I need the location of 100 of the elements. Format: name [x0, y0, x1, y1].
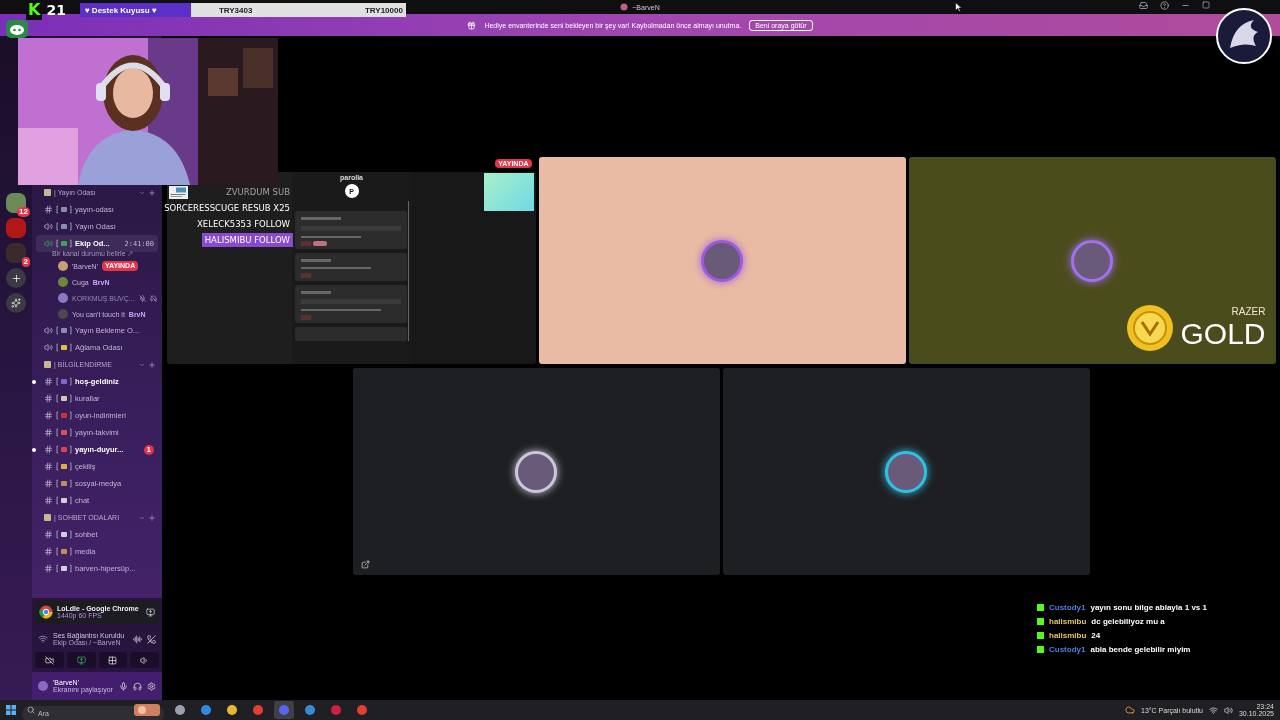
speaker-icon [44, 239, 53, 248]
camera-off-icon [44, 655, 54, 665]
chat-username: Custody1 [1049, 645, 1086, 654]
mic-button[interactable] [119, 681, 128, 691]
emoji-icon [56, 239, 72, 248]
emoji-icon [56, 547, 72, 556]
platform-logo: K [26, 0, 43, 20]
weather-icon [1125, 705, 1135, 715]
search-icon [27, 706, 35, 714]
search-highlight-icon [134, 704, 160, 716]
activities-button[interactable] [98, 652, 128, 668]
server-badge: 2 [21, 257, 30, 267]
add-channel-icon[interactable] [148, 513, 156, 522]
headset-logo-icon [6, 20, 28, 38]
app-icon [620, 3, 629, 11]
inbox-icon[interactable] [1139, 1, 1148, 10]
hash-icon [44, 547, 53, 556]
mention-badge: 1 [143, 444, 154, 455]
chat-username: Custody1 [1049, 603, 1086, 612]
emoji-icon [56, 445, 72, 454]
video-tile[interactable]: RAZER GOLD [908, 157, 1276, 364]
dragon-logo-icon [1216, 8, 1272, 64]
hash-icon [44, 564, 53, 573]
brand-name: RAZER [1231, 305, 1266, 317]
hash-icon [44, 496, 53, 505]
hash-icon [44, 394, 53, 403]
discover-button[interactable] [6, 293, 26, 313]
category-emoji-icon [44, 361, 51, 368]
emoji-icon [56, 564, 72, 573]
disconnect-icon[interactable] [147, 634, 156, 644]
video-tile[interactable] [722, 368, 1090, 575]
start-icon[interactable] [6, 705, 16, 715]
settings-button[interactable] [147, 681, 156, 691]
alert-text: ZVURDUM SUB [225, 186, 291, 199]
stop-stream-icon[interactable] [146, 607, 155, 617]
emoji-icon [56, 394, 72, 403]
brand-product: GOLD [1180, 316, 1266, 351]
gift-icon [467, 20, 477, 30]
goal-target: TRY10000 [364, 5, 403, 15]
chat-message: dc gelebiliyoz mu a [1091, 617, 1165, 626]
category-emoji-icon [44, 189, 51, 196]
soundboard-button[interactable] [130, 652, 159, 668]
video-tile[interactable] [352, 368, 720, 575]
plus-icon [10, 272, 22, 284]
muted-mic-icon [138, 294, 146, 302]
volume-icon[interactable] [1223, 705, 1233, 715]
emoji-icon [56, 462, 72, 471]
video-tile[interactable] [538, 157, 906, 364]
chevron-icon [139, 361, 145, 368]
hash-icon [44, 411, 53, 420]
hash-icon [44, 428, 53, 437]
emoji-icon [56, 530, 72, 539]
chevron-icon [139, 189, 145, 196]
screen-share-icon [76, 655, 86, 665]
chevron-icon [139, 514, 145, 521]
emoji-icon [56, 222, 72, 231]
hash-icon [44, 479, 53, 488]
popout-icon[interactable] [360, 560, 370, 569]
emoji-icon [56, 496, 72, 505]
server-icon[interactable] [6, 218, 26, 238]
viewer-count: 21 [46, 2, 66, 18]
chat-message: abla bende gelebilir miyim [1090, 645, 1191, 654]
alert-text: XELECK5353 FOLLOW [196, 218, 291, 231]
emoji-icon [56, 411, 72, 420]
ad-banner [483, 173, 534, 211]
add-channel-icon[interactable] [148, 360, 156, 369]
user-avatar[interactable] [38, 681, 48, 691]
alert-text: SORCERESSCUGE RESUB X25 [163, 202, 291, 215]
chat-message: yayın sonu bilge ablayla 1 vs 1 [1090, 603, 1207, 612]
emoji-icon [56, 428, 72, 437]
noise-icon[interactable] [133, 634, 142, 644]
help-icon[interactable] [1160, 1, 1169, 10]
hash-icon [44, 530, 53, 539]
maximize-icon[interactable] [1202, 1, 1210, 9]
cursor-icon [955, 2, 962, 12]
alert-thumbnail-icon [169, 186, 188, 199]
grid-icon [108, 655, 118, 665]
hash-icon [44, 462, 53, 471]
server-badge: 12 [17, 207, 30, 217]
goal-current: TRY3403 [218, 5, 253, 15]
speaker-icon [44, 343, 53, 352]
add-channel-icon[interactable] [148, 188, 156, 197]
category-emoji-icon [44, 514, 51, 521]
add-server-button[interactable] [6, 268, 26, 288]
wifi-icon[interactable] [1208, 705, 1218, 715]
chat-username: halismibu [1049, 631, 1087, 640]
camera-button[interactable] [35, 652, 64, 668]
mic-icon [119, 681, 128, 691]
speaker-icon [44, 326, 53, 335]
coin-logo-icon [1126, 304, 1175, 352]
emoji-icon [56, 479, 72, 488]
headphones-button[interactable] [133, 681, 142, 691]
emoji-icon [56, 205, 72, 214]
alert-text: HALISMIBU FOLLOW [201, 233, 293, 247]
emoji-icon [56, 377, 72, 386]
hash-icon [44, 205, 53, 214]
signal-icon [38, 634, 48, 644]
hash-icon [44, 445, 53, 454]
chat-username: halismibu [1049, 617, 1087, 626]
speaker-icon [140, 655, 150, 665]
